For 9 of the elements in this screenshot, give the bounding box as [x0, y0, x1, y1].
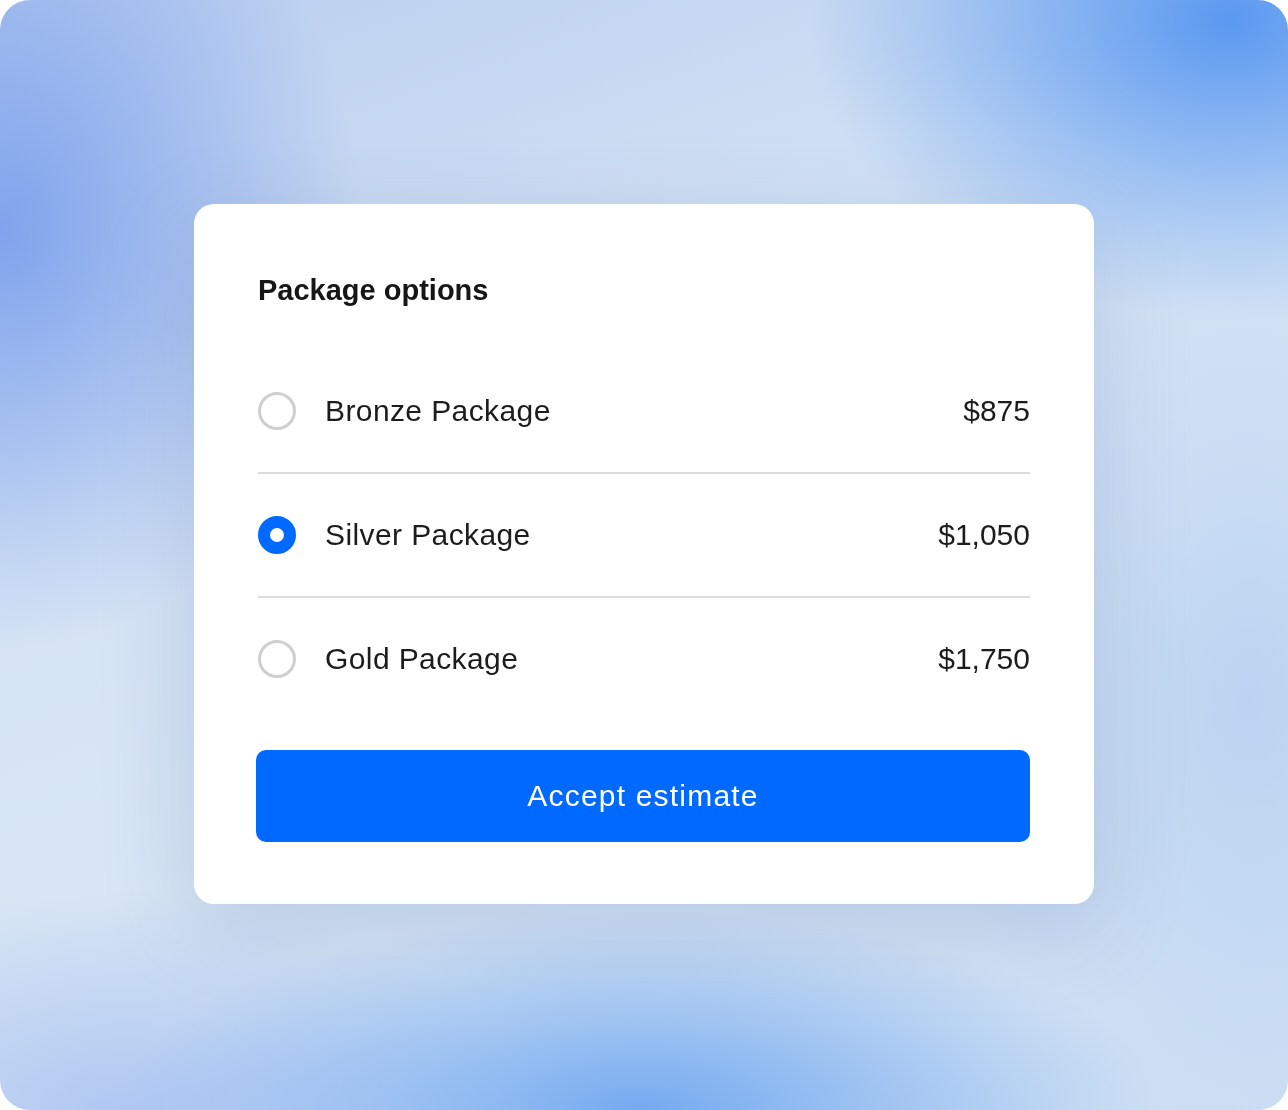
package-name: Silver Package — [325, 517, 531, 553]
package-price: $1,750 — [938, 641, 1030, 677]
card-title: Package options — [258, 273, 489, 308]
package-price: $1,050 — [938, 517, 1030, 553]
package-name: Gold Package — [325, 641, 519, 677]
accept-estimate-button[interactable]: Accept estimate — [256, 750, 1030, 842]
package-price: $875 — [963, 393, 1030, 429]
package-name: Bronze Package — [325, 393, 551, 429]
radio-button[interactable] — [258, 516, 296, 554]
